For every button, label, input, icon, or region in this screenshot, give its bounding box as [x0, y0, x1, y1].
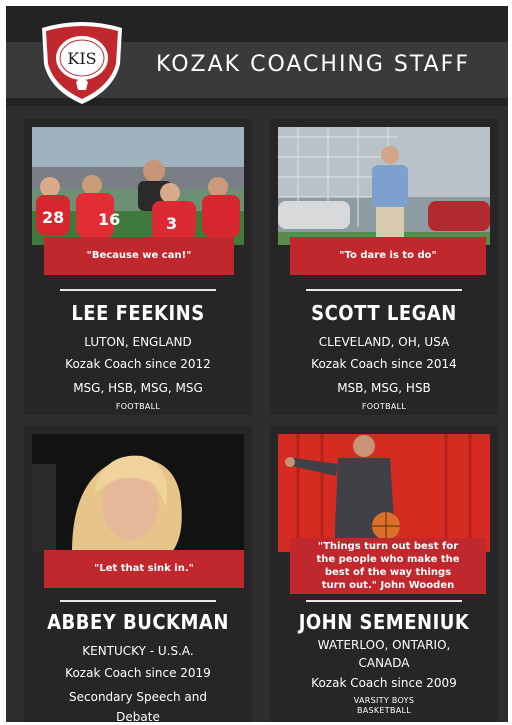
coach-name: ABBEY BUCKMAN [47, 610, 229, 634]
coach-quote: "Let that sink in." [44, 550, 244, 588]
school-crest-icon: KIS [42, 22, 122, 104]
header: KIS KOZAK COACHING STAFF [6, 6, 508, 106]
coach-quote: "Because we can!" [44, 237, 234, 275]
coach-sport: FOOTBALL [361, 402, 407, 411]
coach-quote-line: the people who make the [316, 554, 460, 565]
coach-quote: "To dare is to do" [290, 237, 486, 275]
divider [60, 289, 216, 291]
coach-location: LUTON, ENGLAND [84, 335, 192, 349]
coach-location: CLEVELAND, OH, USA [318, 335, 450, 349]
coach-photo [32, 434, 244, 552]
poster: KIS KOZAK COACHING STAFF 28 16 3 "Becaus… [6, 6, 508, 724]
coach-since: Kozak Coach since 2019 [65, 666, 211, 680]
divider [306, 600, 462, 602]
divider [60, 600, 216, 602]
svg-text:28: 28 [42, 208, 64, 227]
coach-card-john-semeniuk: "Things turn out best for the people who… [270, 426, 498, 722]
crest-text: KIS [67, 49, 96, 68]
coach-since: Kozak Coach since 2014 [311, 357, 457, 371]
coach-card-abbey-buckman: "Let that sink in." ABBEY BUCKMAN KENTUC… [24, 426, 252, 724]
coach-location: KENTUCKY - U.S.A. [82, 644, 194, 658]
coach-location: WATERLOO, ONTARIO, [317, 638, 451, 652]
coach-teams: MSB, MSG, HSB [337, 381, 431, 395]
svg-text:16: 16 [98, 210, 120, 229]
coach-sport-cont: BASKETBALL [356, 706, 412, 715]
coach-card-lee-feekins: 28 16 3 "Because we can!" LEE FEEKINS LU… [24, 119, 252, 415]
coach-sport: VARSITY BOYS [353, 696, 415, 705]
coach-since: Kozak Coach since 2012 [65, 357, 211, 371]
coach-quote: "Things turn out best for the people who… [290, 538, 486, 594]
coach-teams: MSG, HSB, MSG, MSG [73, 381, 203, 395]
page-title: KOZAK COACHING STAFF [156, 52, 470, 77]
coach-card-scott-legan: "To dare is to do" SCOTT LEGAN CLEVELAND… [270, 119, 498, 415]
coach-since: Kozak Coach since 2009 [311, 676, 457, 690]
coach-location-cont: CANADA [358, 656, 410, 670]
coach-photo [278, 127, 490, 245]
coach-sport: FOOTBALL [115, 402, 161, 411]
coach-name: SCOTT LEGAN [311, 301, 457, 325]
coach-photo [278, 434, 490, 552]
coach-quote-line: "Things turn out best for [317, 541, 459, 552]
divider [306, 289, 462, 291]
coach-quote-line: best of the way things [324, 567, 452, 578]
coach-name: JOHN SEMENIUK [298, 610, 470, 634]
team-photo: 28 16 3 [32, 127, 244, 245]
coach-quote-line: turn out." John Wooden [321, 580, 455, 591]
coach-teams-cont: Debate [116, 710, 160, 724]
coach-name: LEE FEEKINS [71, 301, 205, 325]
svg-text:3: 3 [166, 214, 177, 233]
coach-teams: Secondary Speech and [69, 690, 207, 704]
